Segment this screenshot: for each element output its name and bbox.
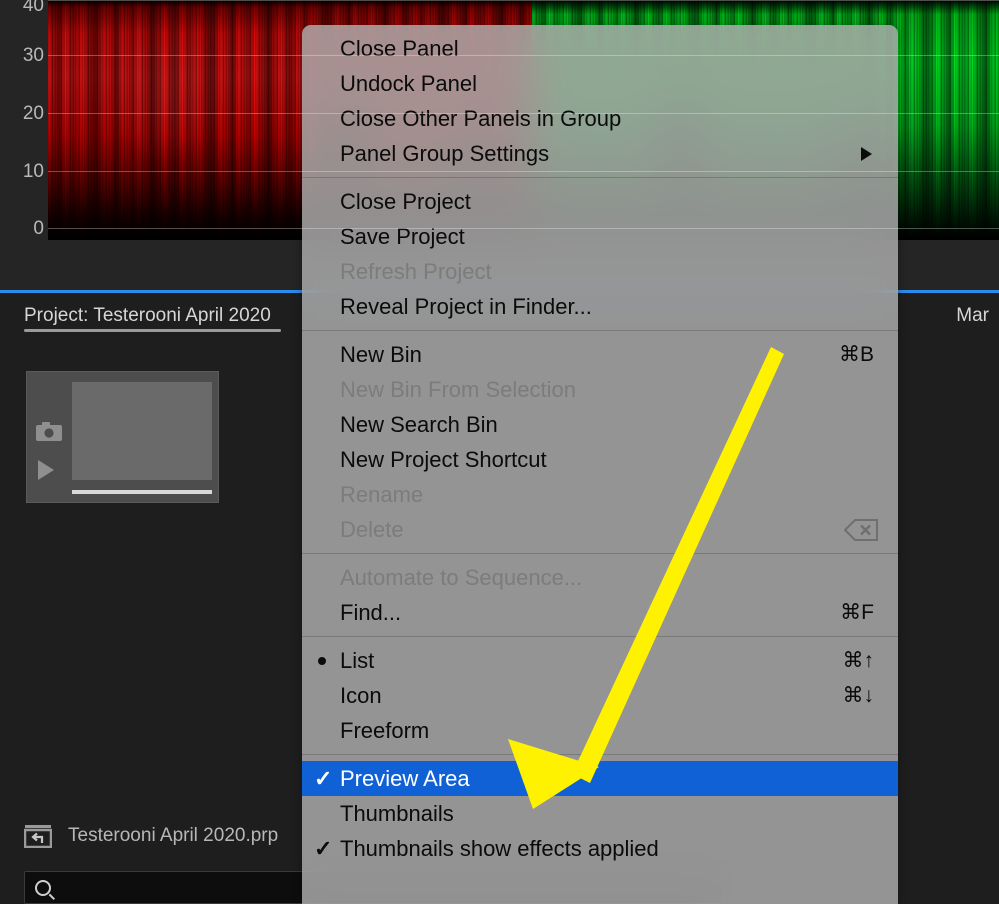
- camera-icon[interactable]: [36, 422, 62, 441]
- project-file-name: Testerooni April 2020.prp: [68, 825, 279, 846]
- axis-tick-20: 20: [22, 103, 44, 124]
- menu-separator: [302, 330, 898, 331]
- preview-area-thumbnail[interactable]: [26, 371, 219, 503]
- menu-item-delete: Delete: [302, 512, 898, 547]
- radio-selected-icon: [318, 656, 326, 665]
- menu-item-shortcut: ⌘B: [838, 343, 874, 366]
- preview-scrubber[interactable]: [72, 490, 212, 494]
- menu-item-new-project-shortcut[interactable]: New Project Shortcut: [302, 442, 898, 477]
- menu-item-label: Thumbnails: [340, 800, 454, 826]
- menu-item-label: Freeform: [340, 717, 430, 743]
- project-file-row[interactable]: Testerooni April 2020.prp: [23, 824, 279, 849]
- axis-tick-30: 30: [22, 45, 44, 66]
- menu-separator: [302, 553, 898, 554]
- menu-item-label: Preview Area: [340, 765, 470, 791]
- tab-markers[interactable]: Mar: [946, 293, 999, 338]
- menu-item-new-search-bin[interactable]: New Search Bin: [302, 407, 898, 442]
- menu-item-thumbnails-show-effects-applied[interactable]: ✓ Thumbnails show effects applied: [302, 831, 898, 866]
- axis-tick-10: 10: [22, 161, 44, 182]
- submenu-arrow-icon: [861, 146, 872, 161]
- menu-separator: [302, 636, 898, 637]
- gridline-40: [48, 0, 999, 1]
- menu-item-label: Delete: [340, 516, 404, 542]
- menu-item-thumbnails[interactable]: Thumbnails: [302, 796, 898, 831]
- menu-item-label: Automate to Sequence...: [340, 564, 583, 590]
- menu-item-label: Icon: [340, 682, 382, 708]
- waveform-y-axis: 40 30 20 10 0: [0, 0, 48, 245]
- menu-item-label: List: [340, 647, 375, 673]
- menu-item-shortcut: ⌘↓: [842, 684, 875, 707]
- menu-item-label: New Bin: [340, 341, 422, 367]
- gridline-10: [48, 171, 999, 172]
- menu-item-list[interactable]: List ⌘↑: [302, 643, 898, 678]
- menu-item-rename: Rename: [302, 477, 898, 512]
- menu-item-label: New Bin From Selection: [340, 376, 576, 402]
- menu-item-find[interactable]: Find... ⌘F: [302, 595, 898, 630]
- menu-item-preview-area[interactable]: ✓ Preview Area: [302, 761, 898, 796]
- menu-item-new-bin-from-selection: New Bin From Selection: [302, 372, 898, 407]
- gridline-30: [48, 55, 999, 56]
- menu-item-shortcut: ⌘↑: [842, 649, 875, 672]
- menu-item-icon[interactable]: Icon ⌘↓: [302, 678, 898, 713]
- menu-item-panel-group-settings[interactable]: Panel Group Settings: [302, 136, 898, 171]
- menu-item-freeform[interactable]: Freeform: [302, 713, 898, 748]
- menu-item-new-bin[interactable]: New Bin ⌘B: [302, 337, 898, 372]
- menu-separator: [302, 177, 898, 178]
- menu-item-label: Undock Panel: [340, 70, 477, 96]
- menu-item-label: Refresh Project: [340, 258, 492, 284]
- menu-item-close-project[interactable]: Close Project: [302, 184, 898, 219]
- preview-image: [72, 382, 212, 480]
- gridline-0: [48, 228, 999, 229]
- play-icon[interactable]: [38, 460, 54, 480]
- checkmark-icon: ✓: [314, 835, 333, 861]
- menu-item-refresh-project: Refresh Project: [302, 254, 898, 289]
- tab-project[interactable]: Project: Testerooni April 2020: [14, 293, 285, 338]
- parent-folder-icon[interactable]: [23, 824, 53, 849]
- menu-item-label: Reveal Project in Finder...: [340, 293, 592, 319]
- delete-key-icon: [843, 518, 878, 541]
- menu-item-label: New Project Shortcut: [340, 446, 547, 472]
- menu-item-save-project[interactable]: Save Project: [302, 219, 898, 254]
- menu-item-label: Close Project: [340, 188, 471, 214]
- checkmark-icon: ✓: [314, 765, 333, 791]
- menu-item-automate-to-sequence: Automate to Sequence...: [302, 560, 898, 595]
- menu-item-label: Close Panel: [340, 35, 459, 61]
- axis-tick-0: 0: [33, 218, 44, 239]
- menu-item-label: Thumbnails show effects applied: [340, 835, 659, 861]
- menu-item-label: Find...: [340, 599, 402, 625]
- menu-item-close-panel[interactable]: Close Panel: [302, 31, 898, 66]
- search-icon: [31, 876, 55, 899]
- menu-separator: [302, 754, 898, 755]
- menu-item-reveal-project-in-finder[interactable]: Reveal Project in Finder...: [302, 289, 898, 324]
- axis-tick-40: 40: [22, 0, 44, 16]
- menu-item-label: Panel Group Settings: [340, 140, 550, 166]
- panel-context-menu[interactable]: Close Panel Undock Panel Close Other Pan…: [302, 25, 898, 904]
- menu-item-label: Close Other Panels in Group: [340, 105, 622, 131]
- tab-markers-label: Mar: [956, 304, 989, 326]
- menu-item-close-other-panels-in-group[interactable]: Close Other Panels in Group: [302, 101, 898, 136]
- gridline-20: [48, 113, 999, 114]
- menu-item-label: New Search Bin: [340, 411, 498, 437]
- menu-item-label: Rename: [340, 481, 424, 507]
- tab-project-label: Project: Testerooni April 2020: [24, 304, 271, 326]
- menu-item-shortcut: ⌘F: [840, 601, 874, 624]
- menu-item-undock-panel[interactable]: Undock Panel: [302, 66, 898, 101]
